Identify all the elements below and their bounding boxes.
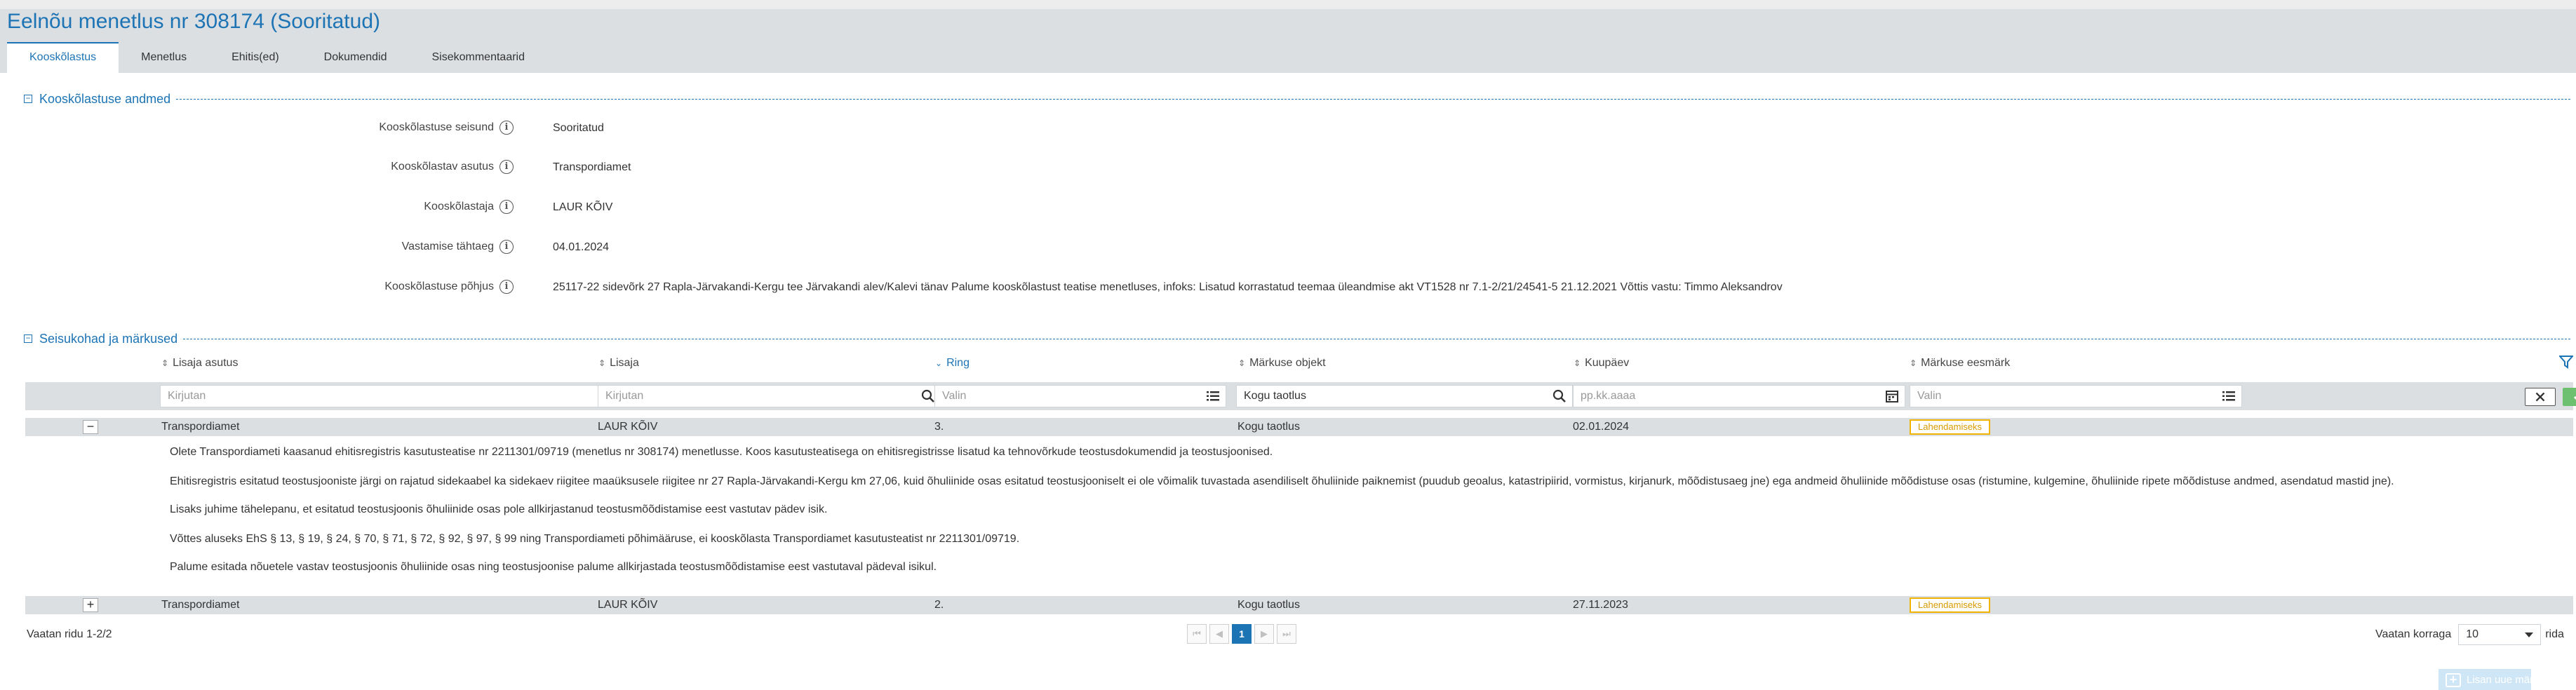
cell-date: 27.11.2023 bbox=[1573, 599, 1628, 611]
column-header-org[interactable]: ⇕ Lisaja asutus bbox=[161, 355, 238, 372]
check-icon bbox=[2573, 395, 2576, 400]
tab-sisekommentaarid[interactable]: Sisekommentaarid bbox=[410, 42, 548, 73]
column-header-purpose[interactable]: ⇕ Märkuse eesmärk bbox=[1910, 355, 2010, 372]
field-approver: Kooskõlastaja i LAUR KÕIV bbox=[0, 200, 2576, 218]
field-label: Kooskõlastuse põhjus bbox=[384, 280, 494, 292]
per-page-select[interactable]: 10 bbox=[2458, 624, 2542, 645]
cell-author: LAUR KÕIV bbox=[598, 599, 658, 611]
field-value: Sooritatud bbox=[553, 122, 604, 134]
collapse-toggle-remarks[interactable]: − bbox=[24, 334, 32, 343]
cell-object: Kogu taotlus bbox=[1237, 599, 1300, 611]
info-icon[interactable]: i bbox=[499, 160, 514, 174]
field-label: Kooskõlastav asutus bbox=[391, 161, 494, 172]
plus-icon: + bbox=[2446, 673, 2461, 687]
expand-row-button[interactable]: + bbox=[83, 598, 98, 612]
last-page-button[interactable]: ⏭ bbox=[1277, 624, 1296, 644]
field-agency: Kooskõlastav asutus i Transpordiamet bbox=[0, 160, 2576, 178]
sort-icon: ⇕ bbox=[161, 358, 169, 368]
pagination: ⏮ ◀ 1 ▶ ⏭ bbox=[1187, 624, 1296, 644]
field-value: 04.01.2024 bbox=[553, 241, 610, 253]
page-1-button[interactable]: 1 bbox=[1232, 624, 1252, 644]
filter-row: Kirjutan Kirjutan Valin Kogu taotlus pp.… bbox=[25, 382, 2576, 410]
tab-kooskolastus[interactable]: Kooskõlastus bbox=[7, 42, 119, 73]
filter-icon[interactable] bbox=[2559, 355, 2573, 369]
filter-round-select[interactable]: Valin bbox=[934, 385, 1226, 407]
next-page-button[interactable]: ▶ bbox=[1254, 624, 1274, 644]
section-approval-title: Kooskõlastuse andmed bbox=[39, 91, 171, 106]
add-remark-button[interactable]: + Lisan uue märkuse bbox=[2439, 669, 2556, 690]
tab-bar: Kooskõlastus Menetlus Ehitis(ed) Dokumen… bbox=[7, 42, 547, 73]
search-icon bbox=[921, 389, 934, 402]
section-divider bbox=[176, 98, 2570, 100]
page-title: Eelnõu menetlus nr 308174 (Sooritatud) bbox=[7, 10, 381, 33]
info-icon[interactable]: i bbox=[499, 280, 514, 294]
field-deadline: Vastamise tähtaeg i 04.01.2024 bbox=[0, 240, 2576, 258]
top-strip bbox=[0, 0, 2576, 10]
close-icon bbox=[2535, 392, 2545, 402]
tab-dokumendid[interactable]: Dokumendid bbox=[302, 42, 410, 73]
field-label: Kooskõlastaja bbox=[424, 201, 494, 212]
info-icon[interactable]: i bbox=[499, 240, 514, 254]
filter-object-input[interactable]: Kogu taotlus bbox=[1236, 385, 1573, 407]
column-header-object[interactable]: ⇕ Märkuse objekt bbox=[1238, 355, 1326, 372]
filter-date-input[interactable]: pp.kk.aaaa bbox=[1573, 385, 1905, 407]
filter-purpose-select[interactable]: Valin bbox=[1910, 385, 2242, 407]
info-icon[interactable]: i bbox=[499, 200, 514, 214]
cell-round: 2. bbox=[934, 599, 944, 611]
field-value: LAUR KÕIV bbox=[553, 201, 613, 213]
section-remarks-title: Seisukohad ja märkused bbox=[39, 331, 178, 346]
search-icon bbox=[1552, 389, 1566, 402]
collapse-toggle-approval[interactable]: − bbox=[24, 94, 32, 103]
rows-count-text: Vaatan ridu 1-2/2 bbox=[27, 628, 112, 640]
field-value: 25117-22 sidevõrk 27 Rapla-Järvakandi-Ke… bbox=[553, 281, 1783, 293]
sort-desc-icon: ⌄ bbox=[935, 358, 943, 368]
list-icon bbox=[2222, 391, 2235, 401]
remark-paragraph: Ehitisregistris esitatud teostusjooniste… bbox=[170, 475, 2394, 487]
remark-paragraph: Võttes aluseks EhS § 13, § 19, § 24, § 7… bbox=[170, 533, 1020, 545]
caret-down-icon bbox=[2525, 632, 2534, 637]
remark-paragraph: Lisaks juhime tähelepanu, et esitatud te… bbox=[170, 503, 828, 515]
tab-menetlus[interactable]: Menetlus bbox=[119, 42, 209, 73]
clear-filters-button[interactable] bbox=[2525, 388, 2556, 406]
field-reason: Kooskõlastuse põhjus i 25117-22 sidevõrk … bbox=[0, 280, 2576, 298]
cell-date: 02.01.2024 bbox=[1573, 421, 1630, 433]
sort-icon: ⇕ bbox=[1910, 358, 1917, 368]
info-icon[interactable]: i bbox=[499, 121, 514, 135]
remark-paragraph: Olete Transpordiameti kaasanud ehitisreg… bbox=[170, 446, 1273, 458]
table-row[interactable]: − Transpordiamet LAUR KÕIV 3. Kogu taotl… bbox=[25, 418, 2573, 436]
per-page-suffix: rida bbox=[2545, 628, 2564, 640]
cell-round: 3. bbox=[934, 421, 944, 433]
section-approval-header: − Kooskõlastuse andmed bbox=[24, 90, 2570, 107]
cell-object: Kogu taotlus bbox=[1237, 421, 1300, 433]
filter-author-input[interactable]: Kirjutan bbox=[598, 385, 941, 407]
section-remarks-header: − Seisukohad ja märkused bbox=[24, 330, 2570, 347]
status-badge: Lahendamiseks bbox=[1910, 597, 1991, 613]
remark-paragraph: Palume esitada nõuetele vastav teostusjo… bbox=[170, 561, 937, 573]
apply-filters-button[interactable] bbox=[2563, 388, 2576, 406]
column-header-round[interactable]: ⌄ Ring bbox=[935, 355, 970, 372]
column-header-author[interactable]: ⇕ Lisaja bbox=[598, 355, 639, 372]
sort-icon: ⇕ bbox=[1238, 358, 1246, 368]
status-badge: Lahendamiseks bbox=[1910, 419, 1991, 435]
field-label: Vastamise tähtaeg bbox=[401, 241, 494, 252]
field-status: Kooskõlastuse seisund i Sooritatud bbox=[0, 121, 2576, 139]
cell-org: Transpordiamet bbox=[161, 421, 240, 433]
per-page-control: Vaatan korraga 10 rida bbox=[2375, 624, 2564, 645]
table-row[interactable]: + Transpordiamet LAUR KÕIV 2. Kogu taotl… bbox=[25, 596, 2573, 614]
field-label: Kooskõlastuse seisund bbox=[379, 121, 494, 133]
filter-org-input[interactable]: Kirjutan bbox=[160, 385, 619, 407]
field-value: Transpordiamet bbox=[553, 161, 631, 173]
cell-author: LAUR KÕIV bbox=[598, 421, 658, 433]
per-page-label: Vaatan korraga bbox=[2375, 628, 2452, 640]
first-page-button[interactable]: ⏮ bbox=[1187, 624, 1207, 644]
cell-org: Transpordiamet bbox=[161, 599, 240, 611]
column-header-date[interactable]: ⇕ Kuupäev bbox=[1574, 355, 1629, 372]
list-icon bbox=[1207, 391, 1219, 401]
calendar-icon bbox=[1886, 391, 1898, 402]
sort-icon: ⇕ bbox=[1574, 358, 1581, 368]
prev-page-button[interactable]: ◀ bbox=[1209, 624, 1229, 644]
sort-icon: ⇕ bbox=[598, 358, 606, 368]
tab-ehitised[interactable]: Ehitis(ed) bbox=[209, 42, 302, 73]
collapse-row-button[interactable]: − bbox=[83, 420, 98, 434]
